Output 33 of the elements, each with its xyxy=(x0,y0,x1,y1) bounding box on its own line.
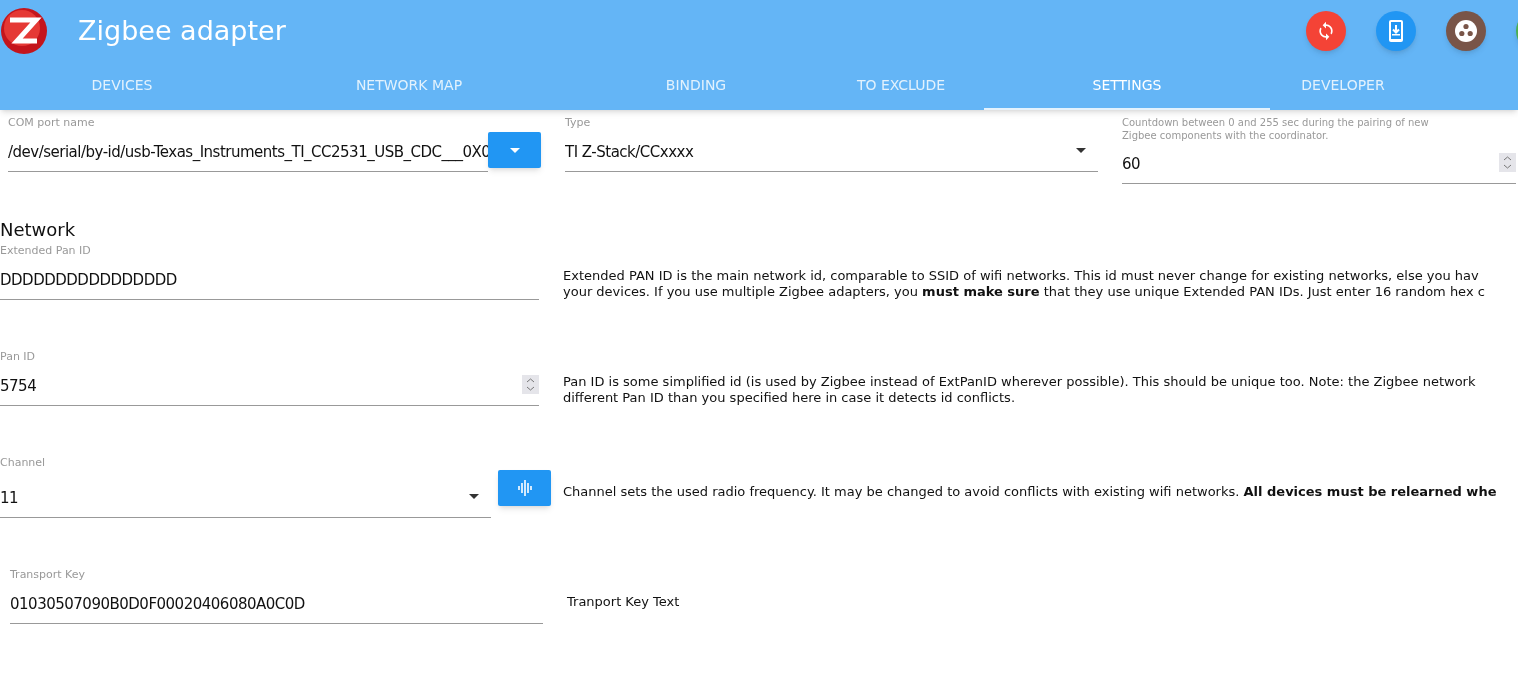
dropdown-field[interactable]: TI Z-Stack/CCxxxx xyxy=(565,130,1098,172)
input-field[interactable]: 01030507090B0D0F00020406080A0C0D xyxy=(10,582,543,624)
three-dots-icon xyxy=(1455,20,1477,42)
action-button[interactable] xyxy=(1446,11,1486,51)
field-label: COM port name xyxy=(8,116,96,130)
spinner-icon[interactable] xyxy=(522,375,539,394)
dropdown-field[interactable]: 11 xyxy=(0,476,491,518)
app-title: Zigbee adapter xyxy=(78,13,286,48)
dropdown-caret-icon xyxy=(469,494,479,499)
field-label: Channel xyxy=(0,456,47,470)
field-label: Transport Key xyxy=(10,568,87,582)
scan-button[interactable] xyxy=(498,470,551,506)
field-label: Extended Pan ID xyxy=(0,244,92,258)
phone-download-icon xyxy=(1389,20,1403,42)
spinner-icon[interactable] xyxy=(1499,153,1516,172)
action-button[interactable] xyxy=(1306,11,1346,51)
action-button[interactable] xyxy=(1376,11,1416,51)
sync-icon xyxy=(1316,21,1336,41)
input-field[interactable]: 60 xyxy=(1122,142,1516,184)
field-label: Type xyxy=(565,116,592,130)
field-description: Pan ID is some simplified id (is used by Zigbee instead of ExtPanID wherever possible). This should be unique too. Note: the Zigbee network different Pan ID than you specified here in case it detects id conflicts. xyxy=(563,374,1476,406)
section-heading: Network xyxy=(0,218,77,242)
dropdown-caret-icon xyxy=(1076,148,1086,153)
field-description: Channel sets the used radio frequency. It may be changed to avoid conflicts with existing wifi networks. All devices must be relearned whe xyxy=(563,484,1497,500)
field-label: Pan ID xyxy=(0,350,37,364)
input-field[interactable]: 5754 xyxy=(0,364,539,406)
logo-icon xyxy=(1,8,47,54)
caret-icon xyxy=(509,147,520,153)
input-field[interactable]: DDDDDDDDDDDDDDDD xyxy=(0,258,539,300)
field-description: Extended PAN ID is the main network id, comparable to SSID of wifi networks. This id must never change for existing networks, else you hav your devices. If you use multiple Zigbee adapters, you must make sure that they use unique Extended PAN IDs. Just enter 16 random hex c xyxy=(563,268,1485,300)
field-label: Countdown between 0 and 255 sec during the pairing of new Zigbee components with the coordinator. xyxy=(1122,116,1430,142)
waveform-icon xyxy=(516,479,533,497)
field-description: Tranport Key Text xyxy=(567,594,680,610)
